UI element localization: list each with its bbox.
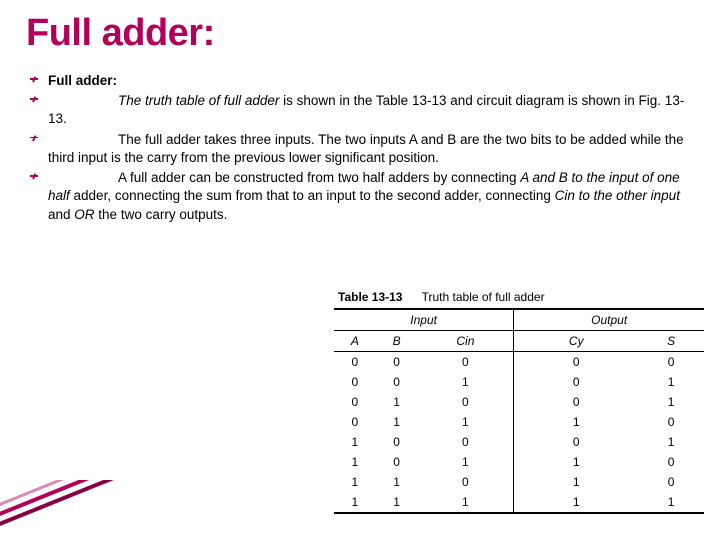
cell: 1 [334,432,376,452]
cell: 0 [514,432,638,452]
table-row: 1 0 1 1 0 [334,452,704,472]
truth-table-wrap: Table 13-13 Truth table of full adder In… [334,288,704,514]
cell: 0 [514,352,638,373]
bullet-4-p4: the two carry outputs. [98,207,227,222]
cell: 0 [417,392,513,412]
bullet-4-p1: A full adder can be constructed from two… [118,170,520,185]
slide: Full adder: Full adder: The truth table … [0,0,720,540]
cell: 1 [417,412,513,432]
cell: 0 [638,472,704,492]
accent-bar [0,480,140,522]
cell: 1 [638,372,704,392]
cell: 0 [376,432,418,452]
table-row: 0 0 1 0 1 [334,372,704,392]
cell: 1 [334,472,376,492]
table-row: 1 1 0 1 0 [334,472,704,492]
th-B: B [376,331,418,352]
cell: 1 [638,492,704,513]
table-body: 0 0 0 0 0 0 0 1 0 1 0 1 0 0 [334,352,704,514]
cell: 1 [417,492,513,513]
table-caption-label: Table 13-13 [338,290,402,304]
cell: 0 [334,392,376,412]
th-Cy: Cy [514,331,638,352]
th-Cin-text: Cin [456,334,474,348]
truth-table: Input Output A B Cin Cy S 0 0 0 0 0 [334,308,704,514]
cell: 0 [514,392,638,412]
bullet-2-italic: The truth table of full adder [118,93,279,108]
cell: 1 [514,472,638,492]
cell: 1 [514,412,638,432]
cell: 1 [638,432,704,452]
table-header-groups: Input Output [334,309,704,331]
cell: 1 [376,392,418,412]
slide-title: Full adder: [26,12,215,55]
bullet-4-i2: Cin to the other input [555,188,680,203]
th-input-group: Input [334,309,514,331]
th-A: A [334,331,376,352]
cell: 1 [376,412,418,432]
table-header-cols: A B Cin Cy S [334,331,704,352]
table-caption: Table 13-13 Truth table of full adder [334,288,704,308]
th-S: S [638,331,704,352]
table-row: 0 1 0 0 1 [334,392,704,412]
bullet-4-p3: and [48,207,74,222]
cell: 1 [514,492,638,513]
table-row: 1 0 0 0 1 [334,432,704,452]
cell: 0 [638,412,704,432]
cell: 0 [417,432,513,452]
cell: 0 [334,352,376,373]
table-row: 0 1 1 1 0 [334,412,704,432]
cell: 1 [514,452,638,472]
bullet-2: The truth table of full adder is shown i… [26,92,694,128]
cell: 0 [417,352,513,373]
cell: 0 [376,452,418,472]
cell: 0 [514,372,638,392]
cell: 1 [334,492,376,513]
th-Cin: Cin [417,331,513,352]
table-row: 1 1 1 1 1 [334,492,704,513]
th-output-group: Output [514,309,704,331]
cell: 1 [417,452,513,472]
cell: 0 [417,472,513,492]
cell: 0 [334,412,376,432]
cell: 0 [638,452,704,472]
bullet-1: Full adder: [26,72,694,90]
bullet-3-text: The full adder takes three inputs. The t… [48,132,684,165]
cell: 1 [376,472,418,492]
content-area: Full adder: The truth table of full adde… [26,72,694,226]
cell: 1 [334,452,376,472]
cell: 1 [417,372,513,392]
cell: 0 [334,372,376,392]
accent-bar [0,480,140,532]
bullet-4: A full adder can be constructed from two… [26,169,694,224]
table-row: 0 0 0 0 0 [334,352,704,373]
bullet-4-p2: adder, connecting the sum from that to a… [74,188,555,203]
corner-accent [0,480,140,540]
table-caption-text: Truth table of full adder [422,290,545,304]
cell: 1 [376,492,418,513]
bullet-3: The full adder takes three inputs. The t… [26,131,694,167]
th-Cy-text: Cy [569,334,584,348]
accent-bar [0,480,140,540]
cell: 0 [376,352,418,373]
cell: 0 [376,372,418,392]
bullet-4-i3: OR [74,207,98,222]
cell: 0 [638,352,704,373]
bullet-1-text: Full adder: [48,73,117,88]
cell: 1 [638,392,704,412]
